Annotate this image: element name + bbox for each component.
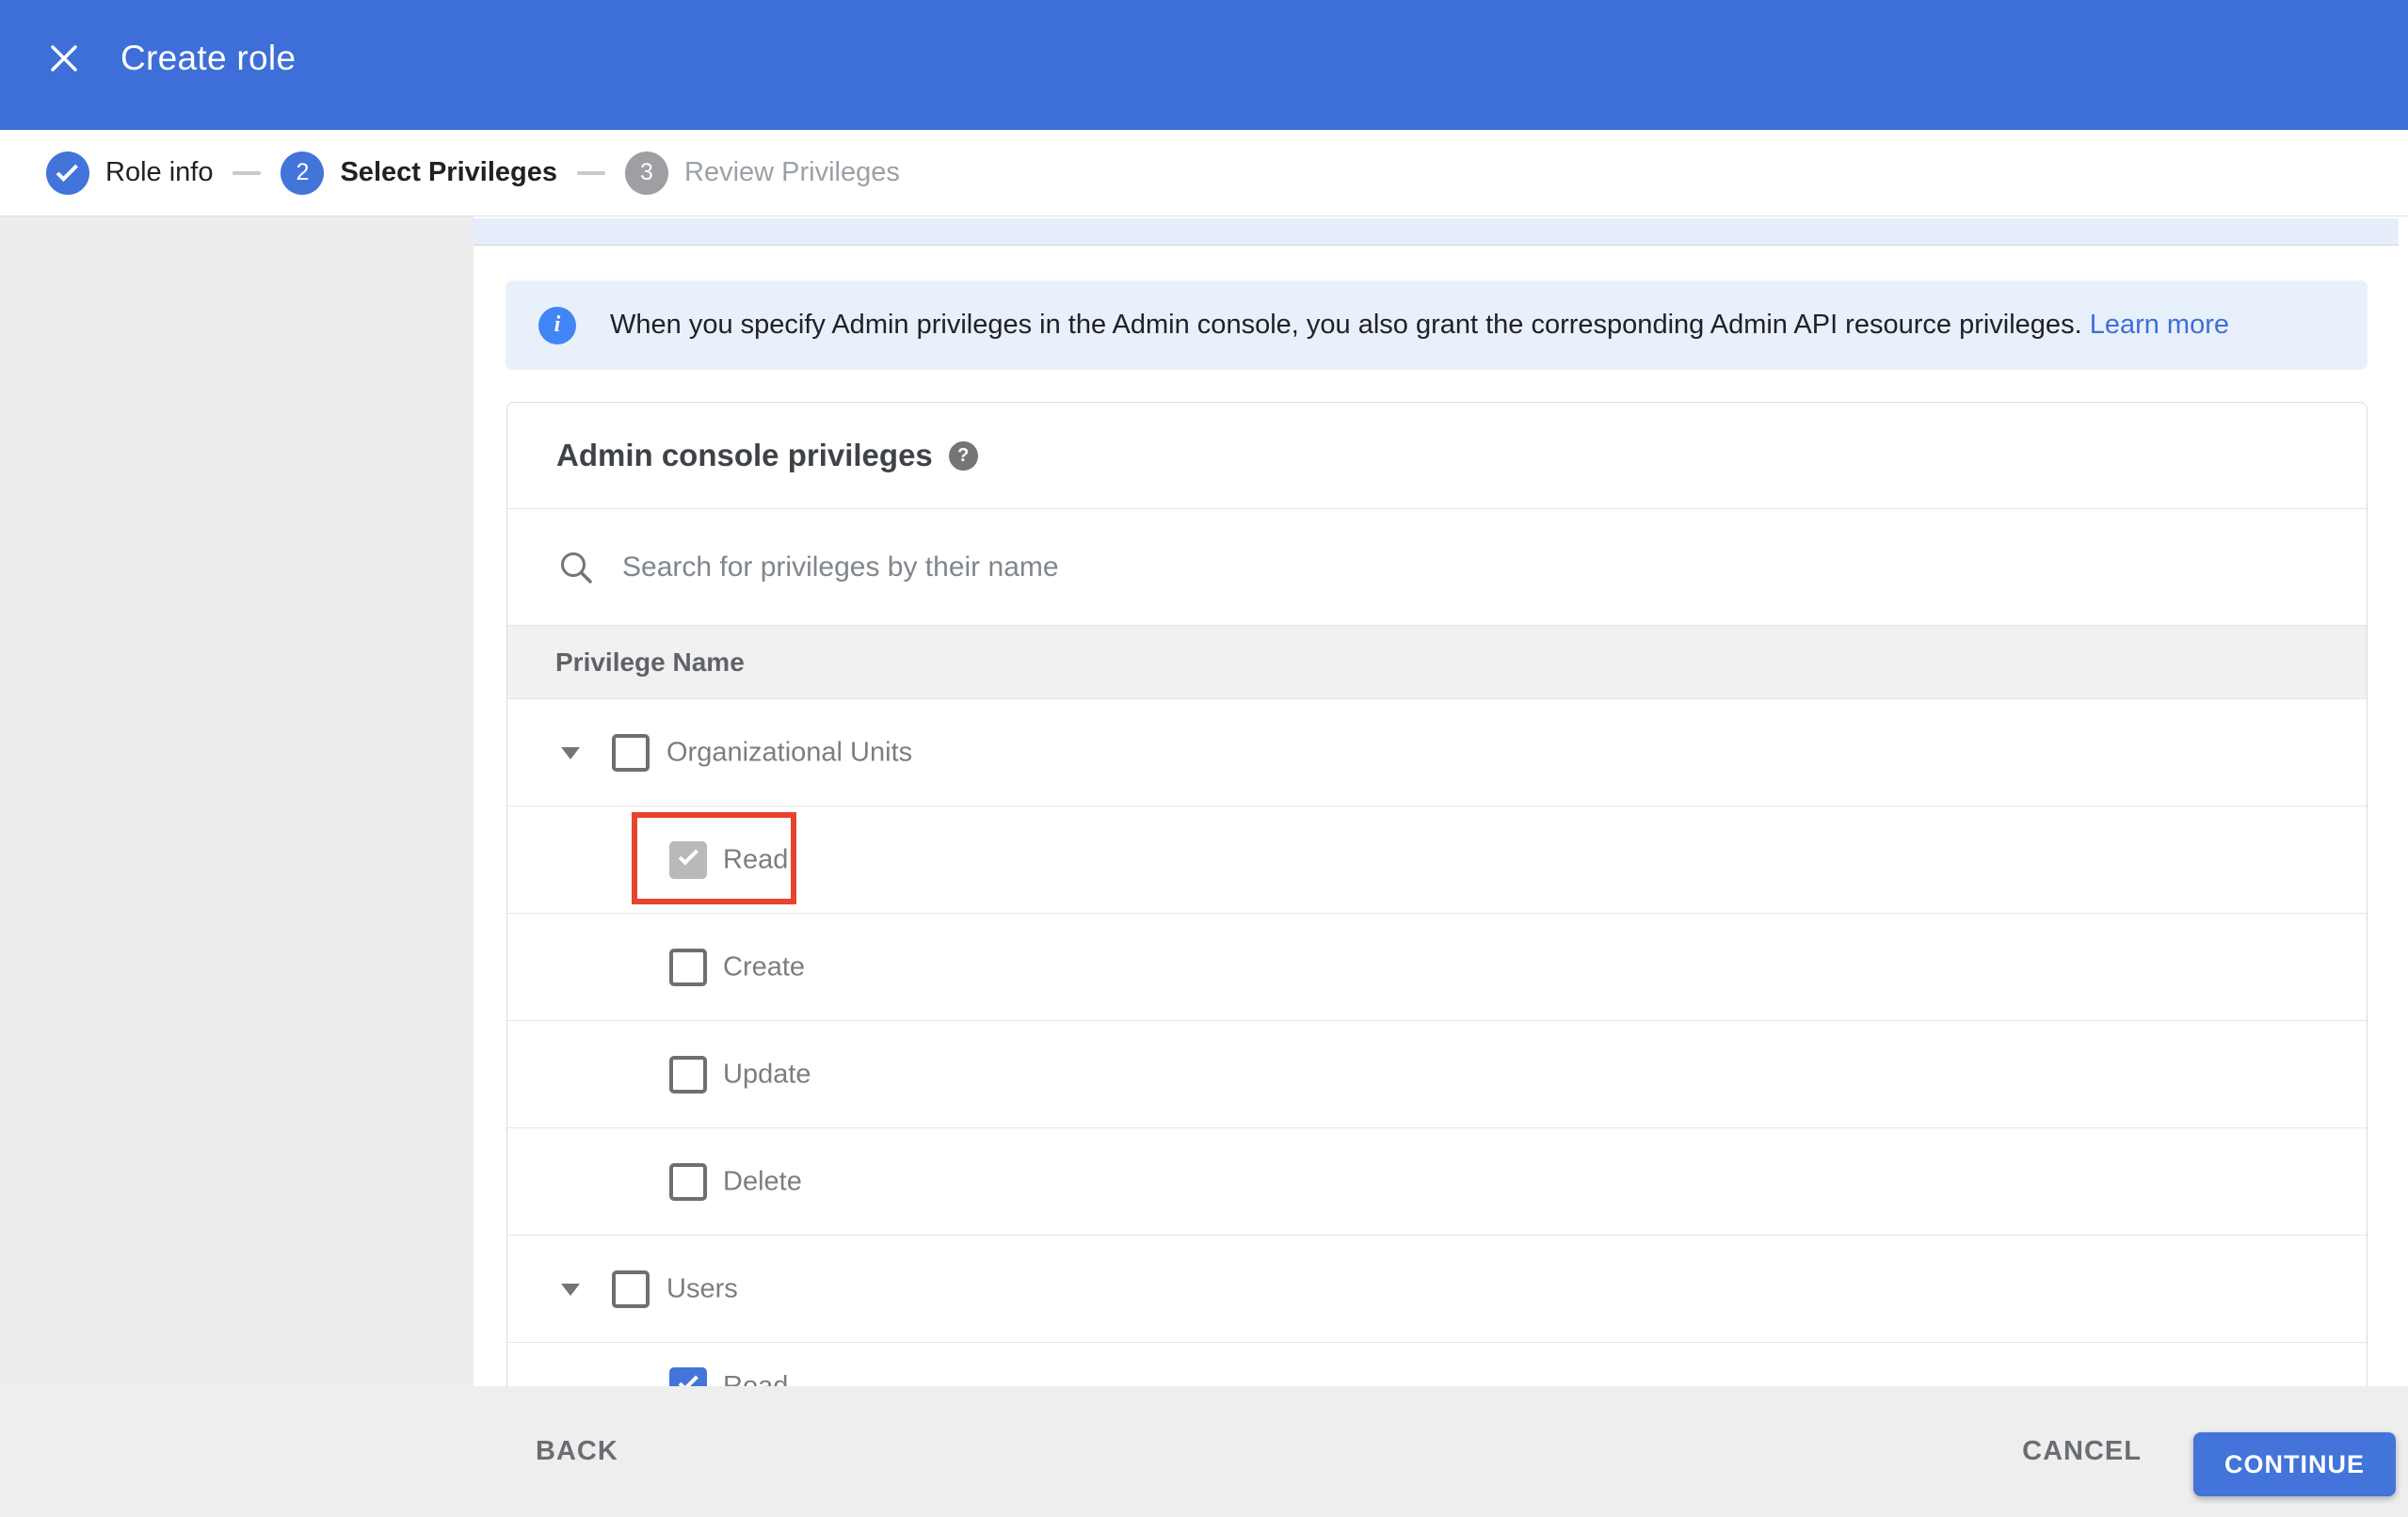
help-icon[interactable]: ? (948, 440, 978, 471)
table-row: Users (507, 1236, 2367, 1343)
step3-label: Review Privileges (684, 157, 900, 187)
step3-circle: 3 (625, 151, 668, 195)
table-header: Privilege Name (507, 626, 2367, 699)
step2-circle: 2 (281, 151, 325, 195)
checkbox-update[interactable] (669, 1055, 707, 1094)
info-banner: i When you specify Admin privileges in t… (506, 280, 2368, 370)
step-connector (577, 170, 605, 175)
checkmark-icon (678, 1371, 698, 1386)
row-label: Create (723, 951, 806, 982)
check-icon (56, 159, 78, 183)
table-row: Read (507, 1343, 2367, 1386)
step2-label: Select Privileges (340, 157, 557, 187)
step-connector (233, 170, 262, 175)
learn-more-link[interactable]: Learn more (2090, 310, 2229, 340)
cancel-button[interactable]: CANCEL (2022, 1386, 2142, 1517)
info-icon: i (538, 306, 576, 344)
banner-text: When you specify Admin privileges in the… (610, 310, 2229, 341)
card-header: Admin console privileges ? (507, 403, 2367, 509)
table-row: Read (507, 806, 2367, 914)
continue-button[interactable]: CONTINUE (2193, 1432, 2396, 1496)
row-label: Users (666, 1273, 738, 1303)
checkbox-read[interactable] (669, 840, 707, 879)
stepper: Role info 2 Select Privileges 3 Review P… (0, 130, 2408, 216)
scrolled-content-strip (474, 218, 2399, 246)
left-background-panel (0, 216, 474, 1386)
table-row: Organizational Units (507, 699, 2367, 806)
row-label: Read (723, 1371, 789, 1386)
checkbox-users[interactable] (612, 1269, 650, 1308)
dialog-title: Create role (120, 39, 297, 77)
footer-bar: BACK CANCEL CONTINUE (0, 1386, 2408, 1517)
appbar: Create role (0, 0, 2408, 130)
search-icon (561, 551, 592, 583)
step1-label: Role info (105, 157, 214, 187)
close-button[interactable] (34, 28, 94, 88)
row-label: Update (723, 1059, 811, 1089)
table-row: Update (507, 1021, 2367, 1128)
collapse-arrow-icon[interactable] (561, 1283, 580, 1296)
close-icon (51, 45, 77, 72)
table-row: Delete (507, 1128, 2367, 1236)
step1-circle (46, 151, 89, 195)
table-row: Create (507, 914, 2367, 1021)
checkbox-organizational-units[interactable] (612, 733, 650, 772)
search-input[interactable] (622, 551, 2034, 583)
step-role-info[interactable]: Role info (46, 151, 214, 195)
checkbox-delete[interactable] (669, 1162, 707, 1201)
row-label: Organizational Units (666, 737, 913, 767)
search-row (507, 509, 2367, 626)
back-button[interactable]: BACK (536, 1386, 618, 1517)
create-role-dialog: Create role Role info 2 Select Privilege… (0, 0, 2408, 1517)
main-content: i When you specify Admin privileges in t… (0, 216, 2408, 1386)
checkmark-icon (678, 844, 698, 865)
step-select-privileges[interactable]: 2 Select Privileges (281, 151, 557, 195)
column-header-privilege-name: Privilege Name (555, 647, 745, 677)
row-label: Delete (723, 1166, 802, 1196)
collapse-arrow-icon[interactable] (561, 746, 580, 759)
step-review-privileges[interactable]: 3 Review Privileges (625, 151, 900, 195)
checkbox-users-read[interactable] (669, 1367, 707, 1386)
card-title: Admin console privileges (556, 438, 933, 472)
banner-message: When you specify Admin privileges in the… (610, 310, 2082, 340)
checkbox-create[interactable] (669, 948, 707, 986)
privileges-card: Admin console privileges ? Privilege Nam… (506, 402, 2368, 1386)
row-label: Read (723, 844, 789, 874)
